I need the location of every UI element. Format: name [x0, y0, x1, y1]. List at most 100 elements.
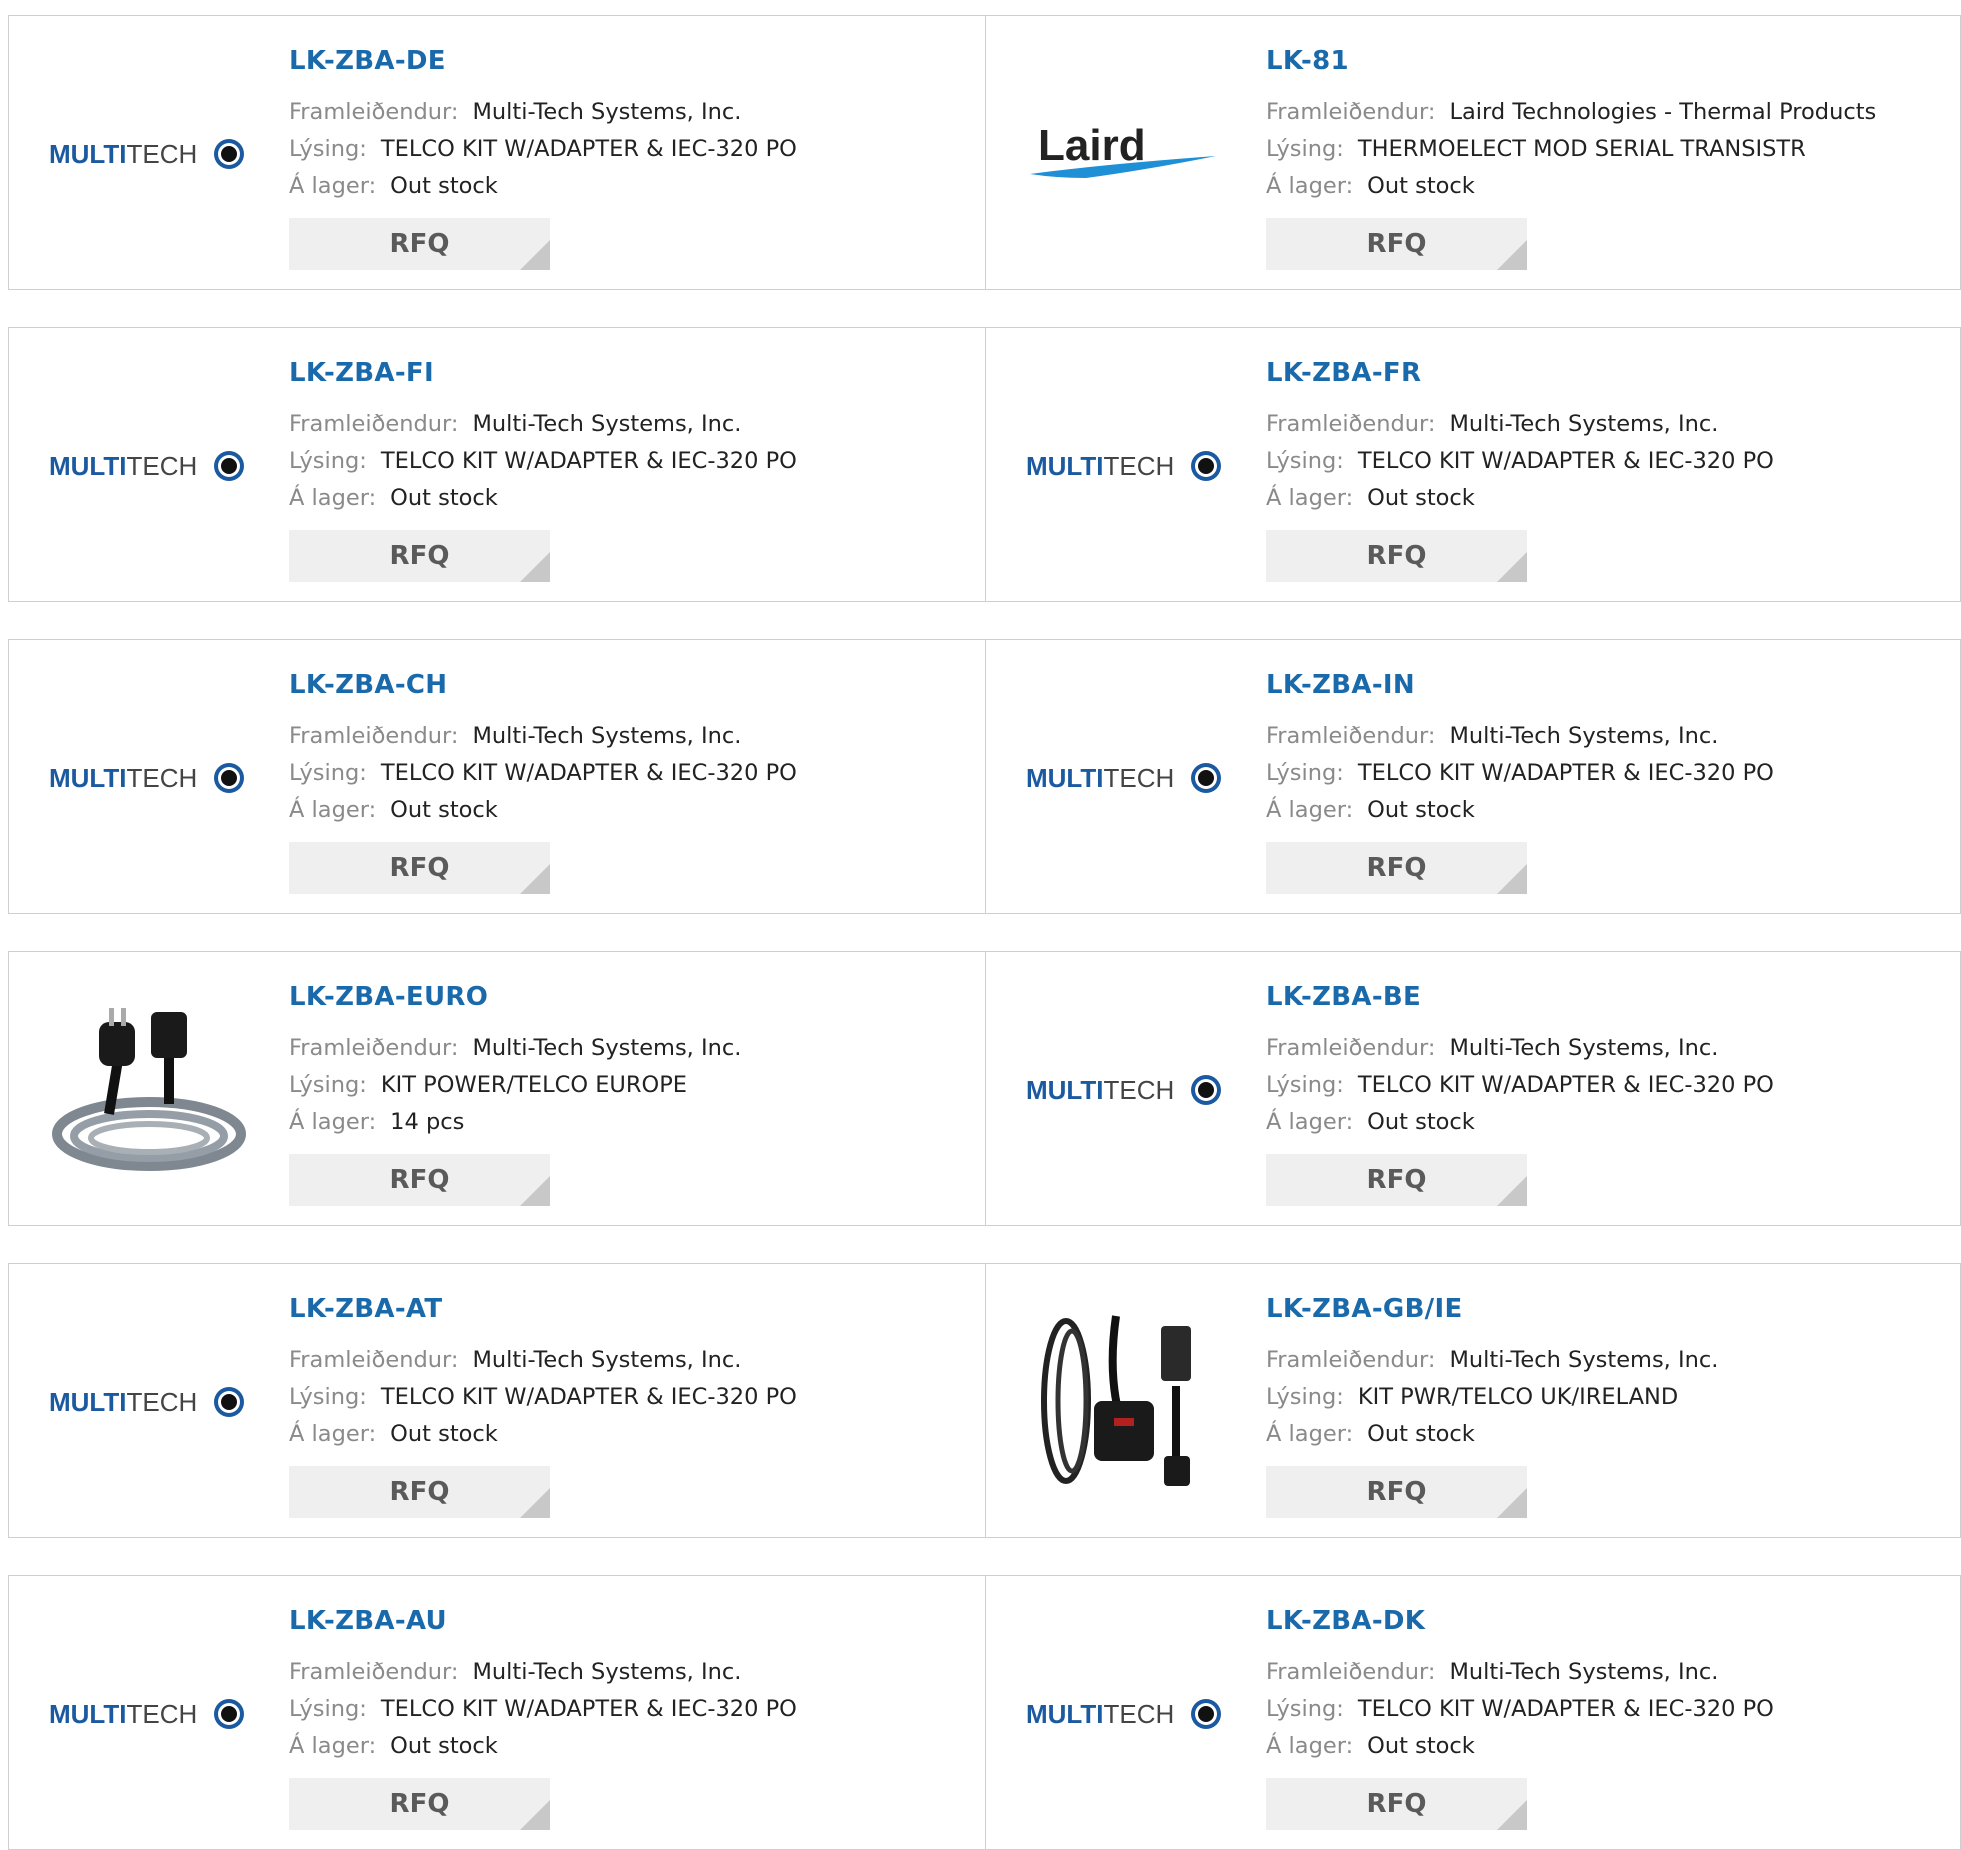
product-part-link[interactable]: LK-ZBA-GB/IE: [1266, 1294, 1950, 1324]
svg-text:MULTITECH: MULTITECH: [1026, 763, 1174, 793]
product-part-link[interactable]: LK-ZBA-BE: [1266, 982, 1950, 1012]
svg-text:MULTITECH: MULTITECH: [49, 139, 197, 169]
manufacturer-label: Framleiðendur:: [289, 723, 459, 749]
rfq-button[interactable]: RFQ: [289, 218, 550, 270]
product-card: MULTITECH LK-ZBA-BE Framleiðendur: Multi-…: [985, 951, 1961, 1226]
description-value: KIT POWER/TELCO EUROPE: [380, 1072, 688, 1098]
product-part-link[interactable]: LK-ZBA-CH: [289, 670, 976, 700]
description-label: Lýsing:: [289, 1072, 367, 1098]
svg-text:MULTITECH: MULTITECH: [49, 763, 197, 793]
product-image[interactable]: MULTITECH: [44, 58, 254, 248]
stock-row: Á lager: Out stock: [289, 1728, 976, 1765]
product-card: MULTITECH LK-ZBA-AU Framleiðendur: Multi-…: [8, 1575, 987, 1850]
description-label: Lýsing:: [1266, 1696, 1344, 1722]
product-part-link[interactable]: LK-ZBA-FI: [289, 358, 976, 388]
product-part-link[interactable]: LK-ZBA-EURO: [289, 982, 976, 1012]
rfq-button[interactable]: RFQ: [289, 842, 550, 894]
description-label: Lýsing:: [1266, 1072, 1344, 1098]
rfq-button[interactable]: RFQ: [289, 1466, 550, 1518]
product-image[interactable]: [1021, 1306, 1231, 1496]
product-part-link[interactable]: LK-ZBA-FR: [1266, 358, 1950, 388]
stock-label: Á lager:: [289, 1733, 377, 1759]
description-label: Lýsing:: [289, 448, 367, 474]
description-row: Lýsing: TELCO KIT W/ADAPTER & IEC-320 PO: [289, 443, 976, 480]
manufacturer-value: Multi-Tech Systems, Inc.: [472, 723, 742, 749]
rfq-button[interactable]: RFQ: [1266, 218, 1527, 270]
product-info: LK-ZBA-IN Framleiðendur: Multi-Tech Syste…: [1266, 670, 1950, 894]
rfq-button[interactable]: RFQ: [289, 530, 550, 582]
product-image[interactable]: MULTITECH: [44, 682, 254, 872]
product-image[interactable]: MULTITECH: [1021, 682, 1231, 872]
manufacturer-value: Multi-Tech Systems, Inc.: [472, 1035, 742, 1061]
product-card: MULTITECH LK-ZBA-CH Framleiðendur: Multi-…: [8, 639, 987, 914]
manufacturer-row: Framleiðendur: Laird Technologies - Therm…: [1266, 94, 1950, 131]
product-info: LK-ZBA-AU Framleiðendur: Multi-Tech Syste…: [289, 1606, 976, 1830]
product-card: MULTITECH LK-ZBA-DE Framleiðendur: Multi-…: [8, 15, 987, 290]
product-image[interactable]: MULTITECH: [1021, 994, 1231, 1184]
product-info: LK-ZBA-AT Framleiðendur: Multi-Tech Syste…: [289, 1294, 976, 1518]
multitech-logo: MULTITECH: [1026, 1074, 1221, 1105]
rfq-button[interactable]: RFQ: [1266, 842, 1527, 894]
product-part-link[interactable]: LK-ZBA-IN: [1266, 670, 1950, 700]
description-label: Lýsing:: [1266, 760, 1344, 786]
manufacturer-label: Framleiðendur:: [1266, 411, 1436, 437]
product-grid: MULTITECH LK-ZBA-DE Framleiðendur: Multi-…: [0, 0, 1961, 1850]
product-info: LK-ZBA-FR Framleiðendur: Multi-Tech Syste…: [1266, 358, 1950, 582]
stock-value: Out stock: [390, 797, 498, 823]
product-info: LK-ZBA-DE Framleiðendur: Multi-Tech Syste…: [289, 46, 976, 270]
manufacturer-value: Laird Technologies - Thermal Products: [1449, 99, 1877, 125]
product-part-link[interactable]: LK-ZBA-AU: [289, 1606, 976, 1636]
product-image[interactable]: MULTITECH: [1021, 1618, 1231, 1808]
multitech-logo: MULTITECH: [1026, 450, 1221, 481]
stock-row: Á lager: 14 pcs: [289, 1104, 976, 1141]
multitech-logo: MULTITECH: [49, 138, 244, 169]
stock-value: Out stock: [1367, 797, 1475, 823]
rfq-button[interactable]: RFQ: [289, 1778, 550, 1830]
manufacturer-label: Framleiðendur:: [289, 1347, 459, 1373]
rfq-button[interactable]: RFQ: [289, 1154, 550, 1206]
product-image[interactable]: MULTITECH: [44, 370, 254, 560]
rfq-button[interactable]: RFQ: [1266, 530, 1527, 582]
stock-label: Á lager:: [1266, 1421, 1354, 1447]
svg-text:MULTITECH: MULTITECH: [49, 451, 197, 481]
product-part-link[interactable]: LK-81: [1266, 46, 1950, 76]
description-row: Lýsing: TELCO KIT W/ADAPTER & IEC-320 PO: [1266, 1067, 1950, 1104]
stock-label: Á lager:: [1266, 485, 1354, 511]
product-card: MULTITECH LK-ZBA-IN Framleiðendur: Multi-…: [985, 639, 1961, 914]
product-card: MULTITECH LK-ZBA-FI Framleiðendur: Multi-…: [8, 327, 987, 602]
stock-row: Á lager: Out stock: [1266, 1416, 1950, 1453]
description-value: TELCO KIT W/ADAPTER & IEC-320 PO: [1357, 448, 1774, 474]
product-image[interactable]: [44, 994, 254, 1184]
stock-row: Á lager: Out stock: [289, 168, 976, 205]
manufacturer-label: Framleiðendur:: [1266, 1347, 1436, 1373]
description-row: Lýsing: KIT PWR/TELCO UK/IRELAND: [1266, 1379, 1950, 1416]
product-part-link[interactable]: LK-ZBA-DK: [1266, 1606, 1950, 1636]
manufacturer-value: Multi-Tech Systems, Inc.: [1449, 1035, 1719, 1061]
manufacturer-row: Framleiðendur: Multi-Tech Systems, Inc.: [1266, 406, 1950, 443]
product-card: MULTITECH LK-ZBA-FR Framleiðendur: Multi-…: [985, 327, 1961, 602]
rfq-button[interactable]: RFQ: [1266, 1778, 1527, 1830]
manufacturer-row: Framleiðendur: Multi-Tech Systems, Inc.: [289, 406, 976, 443]
product-image[interactable]: MULTITECH: [44, 1618, 254, 1808]
rfq-button[interactable]: RFQ: [1266, 1466, 1527, 1518]
product-image[interactable]: MULTITECH: [44, 1306, 254, 1496]
multitech-logo: MULTITECH: [49, 762, 244, 793]
manufacturer-row: Framleiðendur: Multi-Tech Systems, Inc.: [289, 1030, 976, 1067]
product-part-link[interactable]: LK-ZBA-DE: [289, 46, 976, 76]
manufacturer-label: Framleiðendur:: [289, 1035, 459, 1061]
product-image[interactable]: Laird: [1021, 58, 1231, 248]
svg-text:MULTITECH: MULTITECH: [49, 1699, 197, 1729]
product-image[interactable]: MULTITECH: [1021, 370, 1231, 560]
product-info: LK-ZBA-FI Framleiðendur: Multi-Tech Syste…: [289, 358, 976, 582]
stock-label: Á lager:: [289, 173, 377, 199]
description-row: Lýsing: TELCO KIT W/ADAPTER & IEC-320 PO: [1266, 443, 1950, 480]
rfq-button[interactable]: RFQ: [1266, 1154, 1527, 1206]
manufacturer-row: Framleiðendur: Multi-Tech Systems, Inc.: [289, 718, 976, 755]
stock-value: Out stock: [1367, 485, 1475, 511]
stock-value: 14 pcs: [390, 1109, 465, 1135]
manufacturer-label: Framleiðendur:: [289, 1659, 459, 1685]
description-value: TELCO KIT W/ADAPTER & IEC-320 PO: [380, 1384, 797, 1410]
product-part-link[interactable]: LK-ZBA-AT: [289, 1294, 976, 1324]
description-value: TELCO KIT W/ADAPTER & IEC-320 PO: [380, 448, 797, 474]
multitech-logo: MULTITECH: [49, 450, 244, 481]
